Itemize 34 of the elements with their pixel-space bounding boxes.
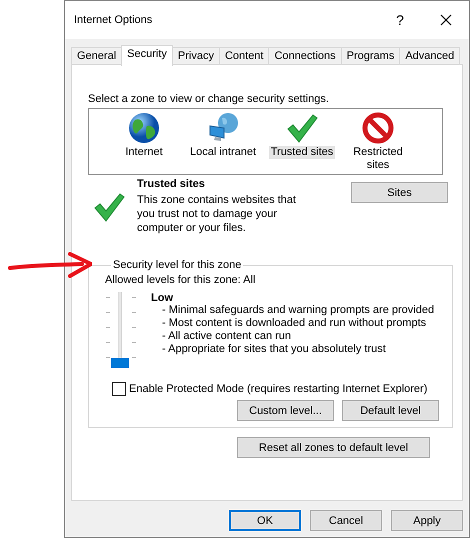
zone-description: This zone contains websites that you trust not to damage your computer or your files. xyxy=(137,193,297,235)
dialog-button[interactable]: Apply xyxy=(391,510,463,531)
protected-mode-checkbox[interactable] xyxy=(112,382,126,396)
level-description: - Minimal safeguards and warning prompts are provided xyxy=(161,304,434,317)
security-slider[interactable] xyxy=(105,292,139,368)
allowed-levels-label: Allowed levels for this zone: All xyxy=(105,274,256,286)
sites-button[interactable]: Sites xyxy=(351,182,448,203)
level-description: - Most content is downloaded and run without prompts xyxy=(161,317,428,330)
level-button[interactable]: Default level xyxy=(342,400,439,421)
zone-prompt: Select a zone to view or change security settings. xyxy=(88,93,330,105)
checkmark-icon xyxy=(93,191,125,223)
zone-item[interactable]: Restricted sites xyxy=(340,146,416,172)
dialog-button[interactable]: Cancel xyxy=(310,510,382,531)
group-legend: Security level for this zone xyxy=(111,259,244,271)
checkmark-icon xyxy=(286,112,318,144)
zone-item[interactable]: Trusted sites xyxy=(268,146,336,159)
level-description: - Appropriate for sites that you absolutely trust xyxy=(161,343,387,356)
help-button[interactable]: ? xyxy=(377,12,423,28)
slider-thumb[interactable] xyxy=(111,358,129,368)
tab[interactable]: Security xyxy=(121,45,173,66)
zone-title: Trusted sites xyxy=(137,178,206,190)
close-icon[interactable] xyxy=(440,14,452,26)
dialog-button[interactable]: OK xyxy=(229,510,301,531)
protected-mode-label[interactable]: Enable Protected Mode (requires restarting Internet Explorer) xyxy=(129,383,428,395)
globe-icon xyxy=(128,112,160,144)
window-title: Internet Options xyxy=(74,14,154,26)
zone-item[interactable]: Internet xyxy=(123,146,165,159)
level-description: - All active content can run xyxy=(161,330,292,343)
level-button[interactable]: Custom level... xyxy=(237,400,334,421)
zone-item[interactable]: Local intranet xyxy=(188,146,258,159)
computer-globe-icon xyxy=(207,112,239,144)
prohibited-icon xyxy=(362,112,394,144)
reset-zones-button[interactable]: Reset all zones to default level xyxy=(237,437,430,458)
level-name: Low xyxy=(151,292,174,304)
